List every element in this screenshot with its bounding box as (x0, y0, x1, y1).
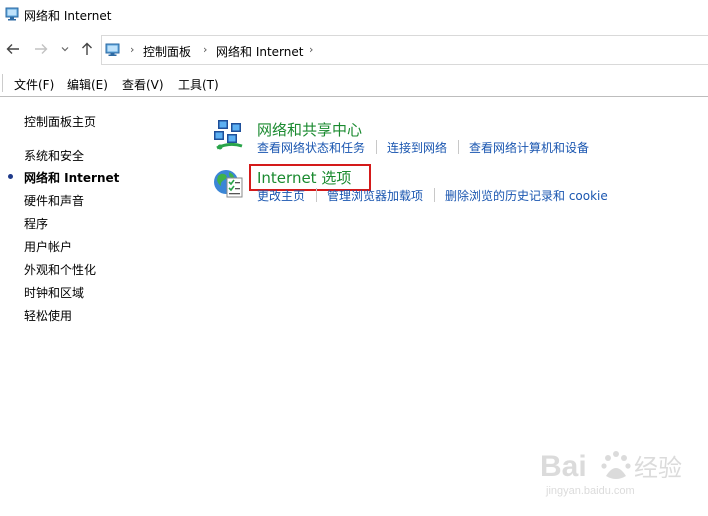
breadcrumb-network-internet[interactable]: 网络和 Internet (216, 43, 303, 60)
control-panel-icon (105, 43, 120, 56)
link-change-home-page[interactable]: 更改主页 (257, 187, 305, 204)
link-connect-to-network[interactable]: 连接到网络 (387, 139, 447, 156)
sidebar: 控制面板主页 系统和安全 网络和 Internet 硬件和声音 程序 用户帐户 … (0, 98, 200, 516)
recent-locations-button[interactable] (60, 41, 70, 57)
svg-text:jingyan.baidu.com: jingyan.baidu.com (545, 485, 635, 497)
arrow-left-icon (6, 44, 19, 54)
up-button[interactable] (79, 41, 95, 57)
baidu-jingyan-watermark-logo: Bai 经验 jingyan.baidu.com (540, 450, 682, 497)
svg-text:经验: 经验 (634, 455, 682, 482)
breadcrumb-separator: › (130, 43, 135, 56)
sidebar-item-ease-of-access[interactable]: 轻松使用 (24, 307, 72, 324)
link-separator (376, 140, 377, 154)
breadcrumb-separator[interactable]: › (203, 43, 207, 56)
navigation-bar: › 控制面板 › 网络和 Internet › (0, 32, 708, 66)
network-sharing-center-title[interactable]: 网络和共享中心 (257, 119, 362, 140)
network-sharing-icon (214, 120, 243, 150)
internet-options-icon (214, 170, 243, 198)
category-network-sharing: 网络和共享中心 查看网络状态和任务 连接到网络 查看网络计算机和设备 (212, 118, 692, 158)
link-separator (434, 188, 435, 202)
network-app-icon (5, 7, 19, 21)
sidebar-item-user-accounts[interactable]: 用户帐户 (24, 238, 72, 255)
sidebar-item-home[interactable]: 控制面板主页 (24, 113, 96, 130)
breadcrumb-control-panel[interactable]: 控制面板 (143, 43, 191, 60)
sidebar-item-programs[interactable]: 程序 (24, 215, 48, 232)
title-bar: 网络和 Internet (0, 0, 708, 30)
breadcrumb-separator[interactable]: › (309, 43, 313, 56)
back-button[interactable] (5, 41, 21, 57)
link-view-network-computers[interactable]: 查看网络计算机和设备 (469, 139, 589, 156)
menu-divider (2, 74, 3, 92)
sidebar-item-clock-region[interactable]: 时钟和区域 (24, 284, 84, 301)
menu-edit[interactable]: 编辑(E) (67, 76, 108, 93)
chevron-down-icon (61, 47, 69, 52)
current-item-bullet (8, 174, 13, 179)
sidebar-item-hardware-sound[interactable]: 硬件和声音 (24, 192, 84, 209)
link-delete-browsing-history[interactable]: 删除浏览的历史记录和 cookie (445, 187, 608, 204)
link-view-network-status[interactable]: 查看网络状态和任务 (257, 139, 365, 156)
sidebar-item-system-security[interactable]: 系统和安全 (24, 147, 84, 164)
sidebar-item-appearance[interactable]: 外观和个性化 (24, 261, 96, 278)
arrow-right-icon (35, 44, 48, 54)
address-bar[interactable]: › 控制面板 › 网络和 Internet › (101, 35, 708, 65)
link-separator (458, 140, 459, 154)
menu-bar: 文件(F) 编辑(E) 查看(V) 工具(T) (0, 70, 708, 97)
menu-view[interactable]: 查看(V) (122, 76, 164, 93)
forward-button[interactable] (33, 41, 49, 57)
link-separator (316, 188, 317, 202)
link-manage-add-ons[interactable]: 管理浏览器加载项 (327, 187, 423, 204)
sidebar-item-network-internet[interactable]: 网络和 Internet (24, 169, 119, 186)
menu-tools[interactable]: 工具(T) (178, 76, 219, 93)
window-title: 网络和 Internet (24, 9, 112, 23)
svg-text:Bai: Bai (540, 450, 587, 483)
arrow-up-icon (82, 42, 92, 55)
category-internet-options: Internet 选项 更改主页 管理浏览器加载项 删除浏览的历史记录和 coo… (212, 164, 692, 206)
menu-file[interactable]: 文件(F) (14, 76, 54, 93)
